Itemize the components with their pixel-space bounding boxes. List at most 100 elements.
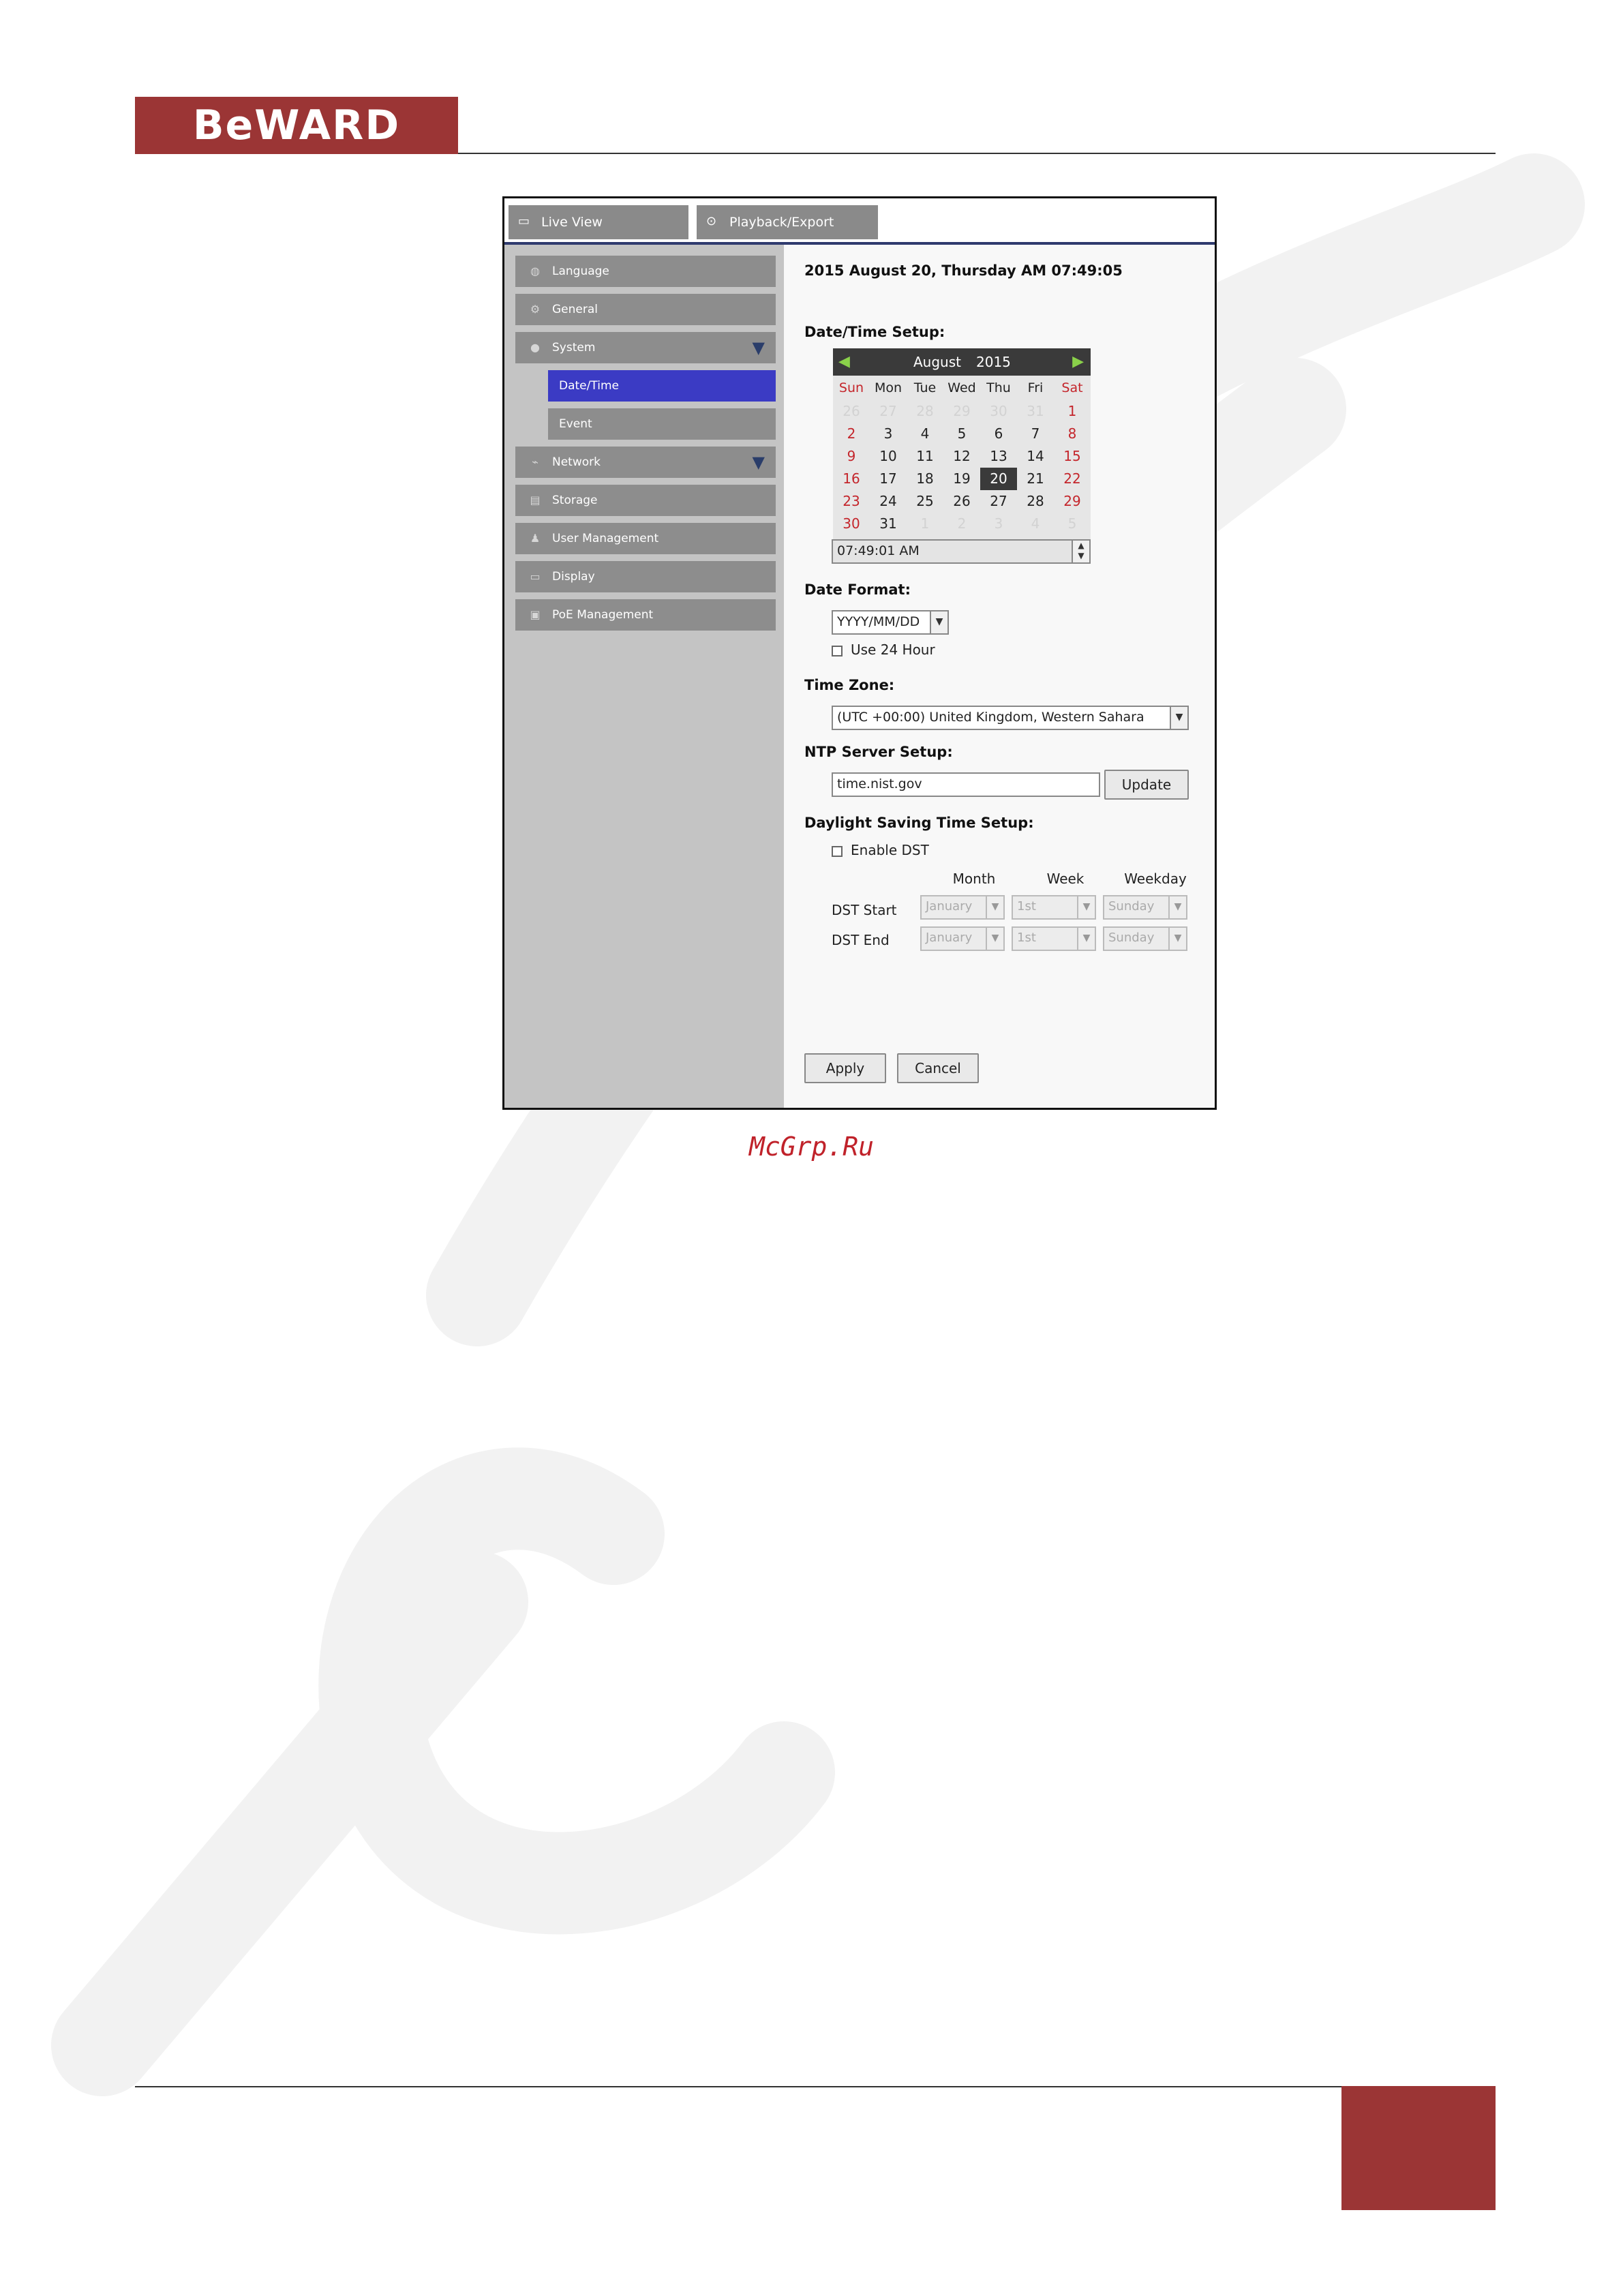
- time-spinner-icon[interactable]: ▲ ▼: [1072, 541, 1089, 562]
- calendar-month[interactable]: August: [913, 348, 961, 376]
- chevron-down-icon: ▼: [752, 338, 765, 357]
- sidebar-item-general[interactable]: ⚙ General: [515, 294, 776, 325]
- dst-col-weekday: Weekday: [1124, 871, 1187, 887]
- dst-end-label: DST End: [832, 932, 890, 948]
- time-input[interactable]: 07:49:01 AM ▲ ▼: [832, 539, 1091, 564]
- dst-start-weekday-select[interactable]: Sunday ▼: [1103, 895, 1187, 920]
- sidebar-item-storage[interactable]: ▤ Storage: [515, 485, 776, 516]
- dst-start-week-select[interactable]: 1st ▼: [1012, 895, 1096, 920]
- calendar-day[interactable]: 1: [1054, 400, 1091, 423]
- dst-end-weekday-select[interactable]: Sunday ▼: [1103, 926, 1187, 951]
- dst-start-month-select[interactable]: January ▼: [920, 895, 1005, 920]
- chevron-down-icon: ▼: [1077, 896, 1095, 918]
- dst-end-weekday: Sunday: [1108, 931, 1155, 945]
- sidebar-subitem-datetime[interactable]: Date/Time: [548, 370, 776, 402]
- site-caption: McGrp.Ru: [748, 1132, 875, 1162]
- calendar-day[interactable]: 5: [943, 423, 980, 445]
- calendar-day[interactable]: 4: [1017, 513, 1054, 535]
- sidebar-item-user-management[interactable]: ♟ User Management: [515, 523, 776, 554]
- calendar-day[interactable]: 3: [870, 423, 907, 445]
- calendar-grid: Sun Mon Tue Wed Thu Fri Sat 26 27 28 29 30 31 1 2 3 4 5 6 7…: [833, 376, 1091, 562]
- calendar-day[interactable]: 8: [1054, 423, 1091, 445]
- calendar-day[interactable]: 21: [1017, 468, 1054, 490]
- cancel-button[interactable]: Cancel: [897, 1053, 979, 1083]
- chevron-down-icon: ▼: [1077, 928, 1095, 950]
- sidebar-item-system[interactable]: ● System ▼: [515, 332, 776, 363]
- calendar-day[interactable]: 1: [907, 513, 943, 535]
- dst-end-month-select[interactable]: January ▼: [920, 926, 1005, 951]
- time-value: 07:49:01 AM: [837, 543, 920, 558]
- calendar-day[interactable]: 9: [833, 445, 870, 468]
- calendar-day[interactable]: 2: [943, 513, 980, 535]
- calendar-day[interactable]: 7: [1017, 423, 1054, 445]
- calendar-day[interactable]: 10: [870, 445, 907, 468]
- weekday-header: Sun: [838, 380, 864, 395]
- footer-block: [1341, 2086, 1496, 2210]
- tab-live-view[interactable]: ▭ Live View: [509, 205, 688, 239]
- calendar-day[interactable]: 16: [833, 468, 870, 490]
- sidebar-item-poe-management[interactable]: ▣ PoE Management: [515, 599, 776, 631]
- calendar-day[interactable]: 17: [870, 468, 907, 490]
- sidebar-subitem-event[interactable]: Event: [548, 408, 776, 440]
- calendar-day[interactable]: 28: [1017, 490, 1054, 513]
- globe-icon: ◍: [530, 265, 540, 277]
- calendar-day[interactable]: 11: [907, 445, 943, 468]
- calendar-day[interactable]: 23: [833, 490, 870, 513]
- date-format-select[interactable]: YYYY/MM/DD ▼: [832, 610, 949, 635]
- wrench-icon: ⚙: [530, 303, 541, 316]
- calendar-day[interactable]: 14: [1017, 445, 1054, 468]
- calendar-day[interactable]: 20: [980, 468, 1017, 490]
- calendar-day[interactable]: 28: [907, 400, 943, 423]
- weekday-header: Sat: [1061, 380, 1083, 395]
- use24-checkbox[interactable]: [832, 646, 843, 656]
- sidebar: ◍ Language ⚙ General ● System ▼ Date/Tim…: [504, 245, 784, 1108]
- chevron-down-icon: ▼: [752, 453, 765, 472]
- calendar-day[interactable]: 6: [980, 423, 1017, 445]
- ntp-label: NTP Server Setup:: [804, 744, 953, 760]
- beward-logo: BeWARD: [192, 102, 401, 149]
- calendar-day[interactable]: 30: [980, 400, 1017, 423]
- calendar-day[interactable]: 25: [907, 490, 943, 513]
- calendar-day[interactable]: 19: [943, 468, 980, 490]
- calendar-day[interactable]: 29: [943, 400, 980, 423]
- update-button[interactable]: Update: [1104, 770, 1189, 800]
- sidebar-item-display[interactable]: ▭ Display: [515, 561, 776, 592]
- calendar-day[interactable]: 26: [943, 490, 980, 513]
- calendar-day[interactable]: 31: [870, 513, 907, 535]
- calendar-day[interactable]: 31: [1017, 400, 1054, 423]
- weekday-header: Tue: [913, 380, 937, 395]
- enable-dst-checkbox[interactable]: [832, 846, 843, 857]
- calendar-day[interactable]: 4: [907, 423, 943, 445]
- sidebar-item-label: Storage: [552, 494, 598, 507]
- sidebar-item-label: PoE Management: [552, 608, 654, 622]
- calendar-day[interactable]: 3: [980, 513, 1017, 535]
- calendar-day[interactable]: 5: [1054, 513, 1091, 535]
- calendar-day[interactable]: 15: [1054, 445, 1091, 468]
- next-month-icon[interactable]: ▶: [1072, 348, 1084, 376]
- calendar-day[interactable]: 18: [907, 468, 943, 490]
- calendar-day[interactable]: 27: [980, 490, 1017, 513]
- calendar-day[interactable]: 27: [870, 400, 907, 423]
- apply-button[interactable]: Apply: [804, 1053, 886, 1083]
- weekday-header: Mon: [874, 380, 902, 395]
- sidebar-item-language[interactable]: ◍ Language: [515, 256, 776, 287]
- calendar-day[interactable]: 24: [870, 490, 907, 513]
- sidebar-item-network[interactable]: ⌁ Network ▼: [515, 447, 776, 478]
- timezone-select[interactable]: (UTC +00:00) United Kingdom, Western Sah…: [832, 706, 1189, 730]
- calendar-day[interactable]: 2: [833, 423, 870, 445]
- sidebar-item-label: Display: [552, 570, 595, 584]
- sidebar-item-label: User Management: [552, 532, 659, 545]
- calendar-year[interactable]: 2015: [976, 348, 1011, 376]
- dst-end-week-select[interactable]: 1st ▼: [1012, 926, 1096, 951]
- prev-month-icon[interactable]: ◀: [838, 348, 850, 376]
- dst-label: Daylight Saving Time Setup:: [804, 815, 1034, 831]
- date-format-label: Date Format:: [804, 581, 911, 598]
- calendar-day[interactable]: 13: [980, 445, 1017, 468]
- calendar-day[interactable]: 22: [1054, 468, 1091, 490]
- calendar-day[interactable]: 30: [833, 513, 870, 535]
- calendar-day[interactable]: 26: [833, 400, 870, 423]
- calendar-day[interactable]: 29: [1054, 490, 1091, 513]
- tab-playback-export[interactable]: ⊙ Playback/Export: [697, 205, 878, 239]
- ntp-server-input[interactable]: time.nist.gov: [832, 772, 1100, 797]
- calendar-day[interactable]: 12: [943, 445, 980, 468]
